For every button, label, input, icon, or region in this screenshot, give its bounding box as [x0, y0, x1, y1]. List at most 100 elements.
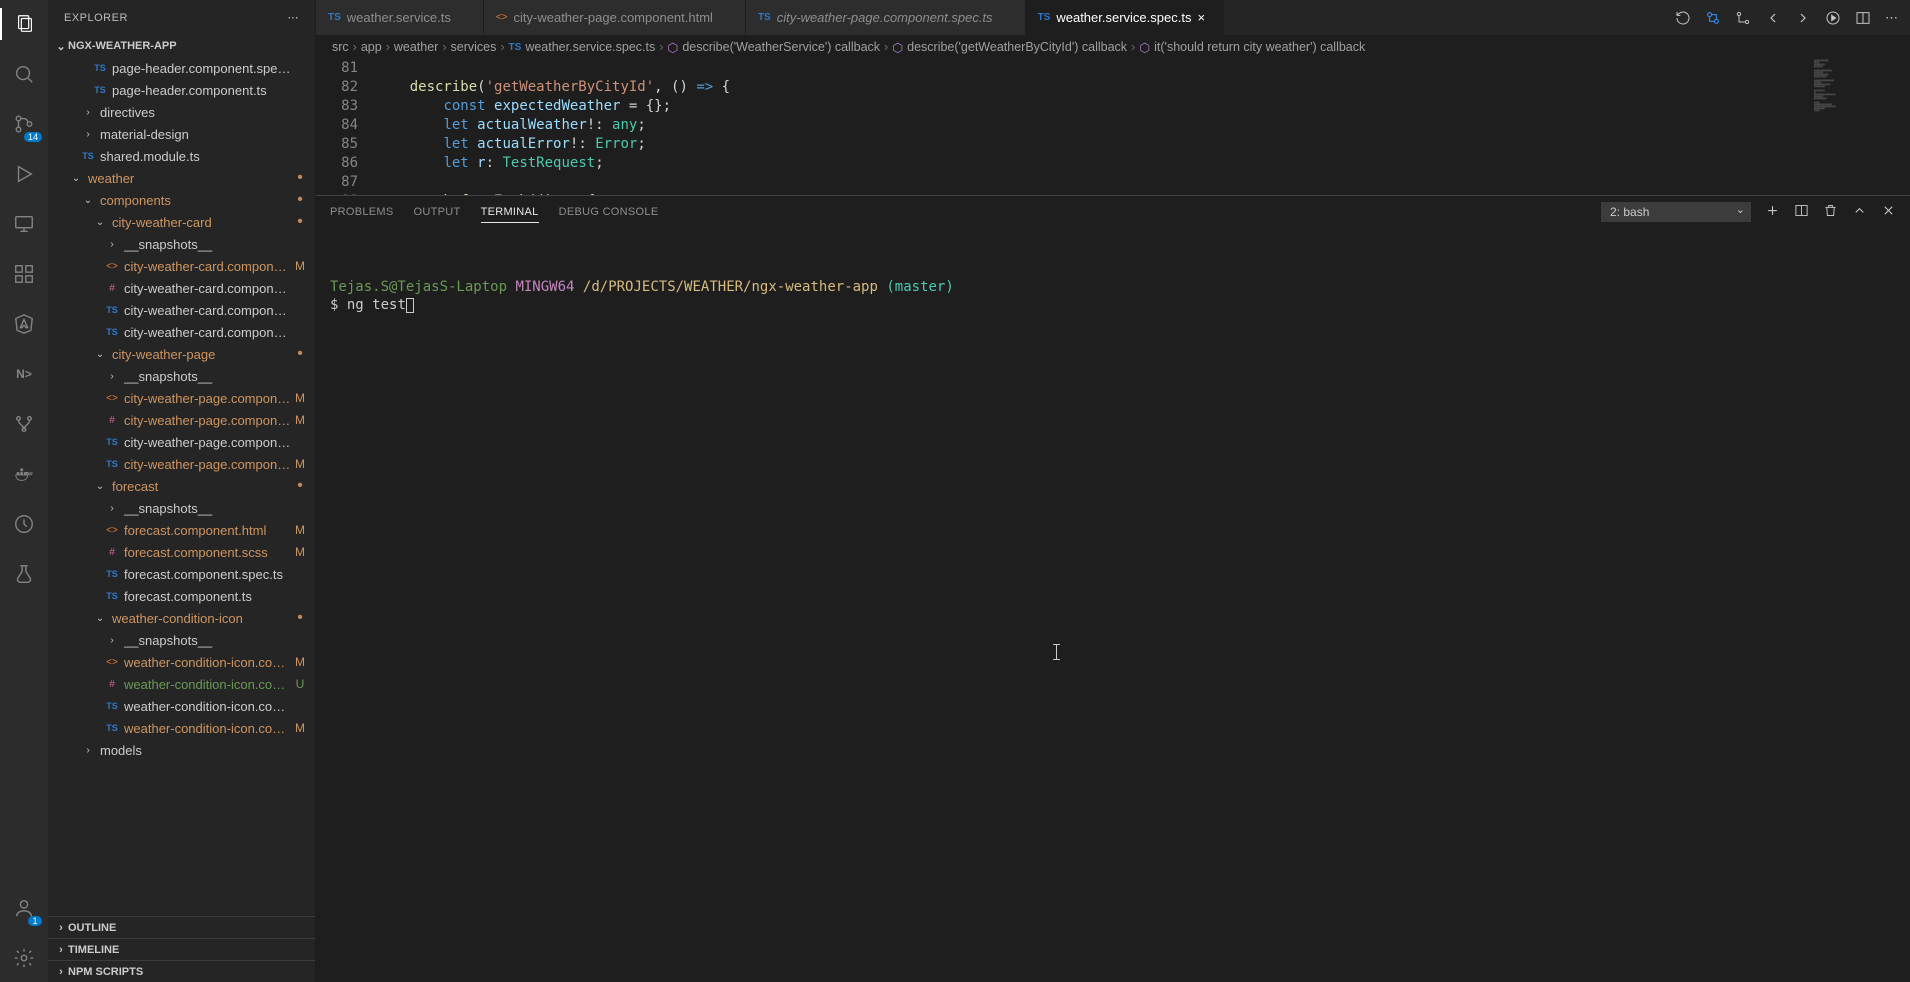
tree-item[interactable]: TSforecast.component.ts	[48, 585, 315, 607]
diff-icon[interactable]	[1705, 10, 1721, 26]
tree-item-label: shared.module.ts	[100, 149, 293, 164]
remote-explorer-icon[interactable]	[0, 208, 48, 240]
close-tab-icon[interactable]: ×	[1197, 10, 1211, 25]
tree-item[interactable]: ⌄city-weather-card•	[48, 211, 315, 233]
tab-label: city-weather-page.component.html	[514, 10, 713, 25]
tree-item[interactable]: ›__snapshots__	[48, 629, 315, 651]
run-test-icon[interactable]	[1825, 10, 1841, 26]
tab-output[interactable]: OUTPUT	[414, 202, 461, 222]
explorer-more-icon[interactable]: ⋯	[288, 11, 300, 24]
test-icon[interactable]	[0, 558, 48, 590]
tree-item[interactable]: TSshared.module.ts	[48, 145, 315, 167]
activity-bar: 14 N> 1	[0, 0, 48, 982]
tab-debug-console[interactable]: DEBUG CONSOLE	[559, 202, 659, 222]
tree-item[interactable]: TSpage-header.component.ts	[48, 79, 315, 101]
editor-tab[interactable]: <>city-weather-page.component.html×	[484, 0, 746, 35]
tree-item[interactable]: <>city-weather-card.componen…M	[48, 255, 315, 277]
explorer-icon[interactable]	[0, 8, 48, 40]
tree-item[interactable]: #weather-condition-icon.comp…U	[48, 673, 315, 695]
terminal-prompt: $	[330, 297, 338, 313]
tree-item-label: city-weather-card.componen…	[124, 259, 293, 274]
terminal-selector[interactable]	[1601, 202, 1751, 222]
nx-icon[interactable]: N>	[0, 358, 48, 390]
sidebar-title: EXPLORER	[64, 12, 128, 24]
tree-item-label: material-design	[100, 127, 293, 142]
search-icon[interactable]	[0, 58, 48, 90]
tree-item[interactable]: TSforecast.component.spec.ts	[48, 563, 315, 585]
tree-item[interactable]: ⌄city-weather-page•	[48, 343, 315, 365]
tree-item[interactable]: ›material-design	[48, 123, 315, 145]
maximize-panel-icon[interactable]	[1852, 203, 1867, 221]
split-editor-icon[interactable]	[1855, 10, 1871, 26]
extensions-icon[interactable]	[0, 258, 48, 290]
tree-item[interactable]: TScity-weather-card.component.ts	[48, 321, 315, 343]
breadcrumbs[interactable]: src› app› weather› services› TSweather.s…	[316, 35, 1910, 59]
tree-item[interactable]: TSweather-condition-icon.componen…	[48, 695, 315, 717]
tree-item[interactable]: TSpage-header.component.spec.ts	[48, 57, 315, 79]
tree-item[interactable]: #forecast.component.scssM	[48, 541, 315, 563]
code-editor[interactable]: 8182838485868788 describe('getWeatherByC…	[316, 59, 1910, 195]
minimap[interactable]: ████████████████████████████████████████…	[1810, 59, 1910, 195]
tree-item[interactable]: TScity-weather-card.component.spec…	[48, 299, 315, 321]
angular-icon[interactable]	[0, 308, 48, 340]
prev-change-icon[interactable]	[1765, 10, 1781, 26]
tree-item-label: city-weather-card.component.scss	[124, 281, 293, 296]
tree-item[interactable]: ›directives	[48, 101, 315, 123]
tab-problems[interactable]: PROBLEMS	[330, 202, 394, 222]
tree-item[interactable]: TScity-weather-page.compone…M	[48, 453, 315, 475]
tree-item[interactable]: ›__snapshots__	[48, 233, 315, 255]
outline-section[interactable]: ›OUTLINE	[48, 916, 315, 938]
tree-item[interactable]: ⌄weather-condition-icon•	[48, 607, 315, 629]
split-terminal-icon[interactable]	[1794, 203, 1809, 221]
editor-tab[interactable]: TScity-weather-page.component.spec.ts×	[746, 0, 1026, 35]
tree-item[interactable]: TScity-weather-page.component.spe…	[48, 431, 315, 453]
source-control-icon[interactable]: 14	[0, 108, 48, 140]
docker-icon[interactable]	[0, 458, 48, 490]
terminal[interactable]: Tejas.S@TejasS-Laptop MINGW64 /d/PROJECT…	[316, 228, 1910, 982]
close-panel-icon[interactable]	[1881, 203, 1896, 221]
tree-item[interactable]: ›__snapshots__	[48, 497, 315, 519]
tree-item-label: city-weather-card	[112, 215, 293, 230]
tree-item[interactable]: #city-weather-page.compone…M	[48, 409, 315, 431]
compare-icon[interactable]	[1735, 10, 1751, 26]
account-icon[interactable]: 1	[0, 892, 48, 924]
code-content[interactable]: describe('getWeatherByCityId', () => { c…	[376, 59, 1810, 195]
breadcrumb-seg: app	[361, 40, 382, 54]
tree-item[interactable]: <>city-weather-page.compone…M	[48, 387, 315, 409]
account-badge: 1	[28, 916, 42, 926]
git-graph-icon[interactable]	[0, 408, 48, 440]
tree-item[interactable]: <>weather-condition-icon.com…M	[48, 651, 315, 673]
next-change-icon[interactable]	[1795, 10, 1811, 26]
run-debug-icon[interactable]	[0, 158, 48, 190]
tree-item-label: city-weather-page.compone…	[124, 391, 293, 406]
breadcrumb-seg: src	[332, 40, 349, 54]
tab-terminal[interactable]: TERMINAL	[481, 202, 539, 223]
tree-item[interactable]: ›models	[48, 739, 315, 761]
tree-item-label: models	[100, 743, 293, 758]
revert-icon[interactable]	[1675, 10, 1691, 26]
tree-item[interactable]: TSweather-condition-icon.com…M	[48, 717, 315, 739]
tree-item[interactable]: ⌄components•	[48, 189, 315, 211]
tree-item[interactable]: ›__snapshots__	[48, 365, 315, 387]
text-caret	[1056, 644, 1057, 660]
new-terminal-icon[interactable]	[1765, 203, 1780, 221]
more-actions-icon[interactable]: ⋯	[1885, 10, 1898, 26]
terminal-branch: (master)	[886, 279, 953, 295]
editor-tab[interactable]: TSweather.service.spec.ts×	[1026, 0, 1225, 35]
npm-scripts-section[interactable]: ›NPM SCRIPTS	[48, 960, 315, 982]
project-manager-icon[interactable]	[0, 508, 48, 540]
workspace-name: NGX-WEATHER-APP	[68, 40, 177, 52]
tree-item[interactable]: ⌄forecast•	[48, 475, 315, 497]
kill-terminal-icon[interactable]	[1823, 203, 1838, 221]
tree-item-label: city-weather-card.component.spec…	[124, 303, 293, 318]
tree-item-label: components	[100, 193, 293, 208]
editor-tab[interactable]: TSweather.service.ts×	[316, 0, 484, 35]
timeline-section[interactable]: ›TIMELINE	[48, 938, 315, 960]
tree-item[interactable]: #city-weather-card.component.scss	[48, 277, 315, 299]
tree-item[interactable]: <>forecast.component.htmlM	[48, 519, 315, 541]
settings-icon[interactable]	[0, 942, 48, 974]
tree-item[interactable]: ⌄weather•	[48, 167, 315, 189]
workspace-section[interactable]: ⌄ NGX-WEATHER-APP	[48, 35, 315, 57]
tree-item-label: weather-condition-icon.comp…	[124, 677, 293, 692]
tab-label: weather.service.spec.ts	[1056, 10, 1191, 25]
